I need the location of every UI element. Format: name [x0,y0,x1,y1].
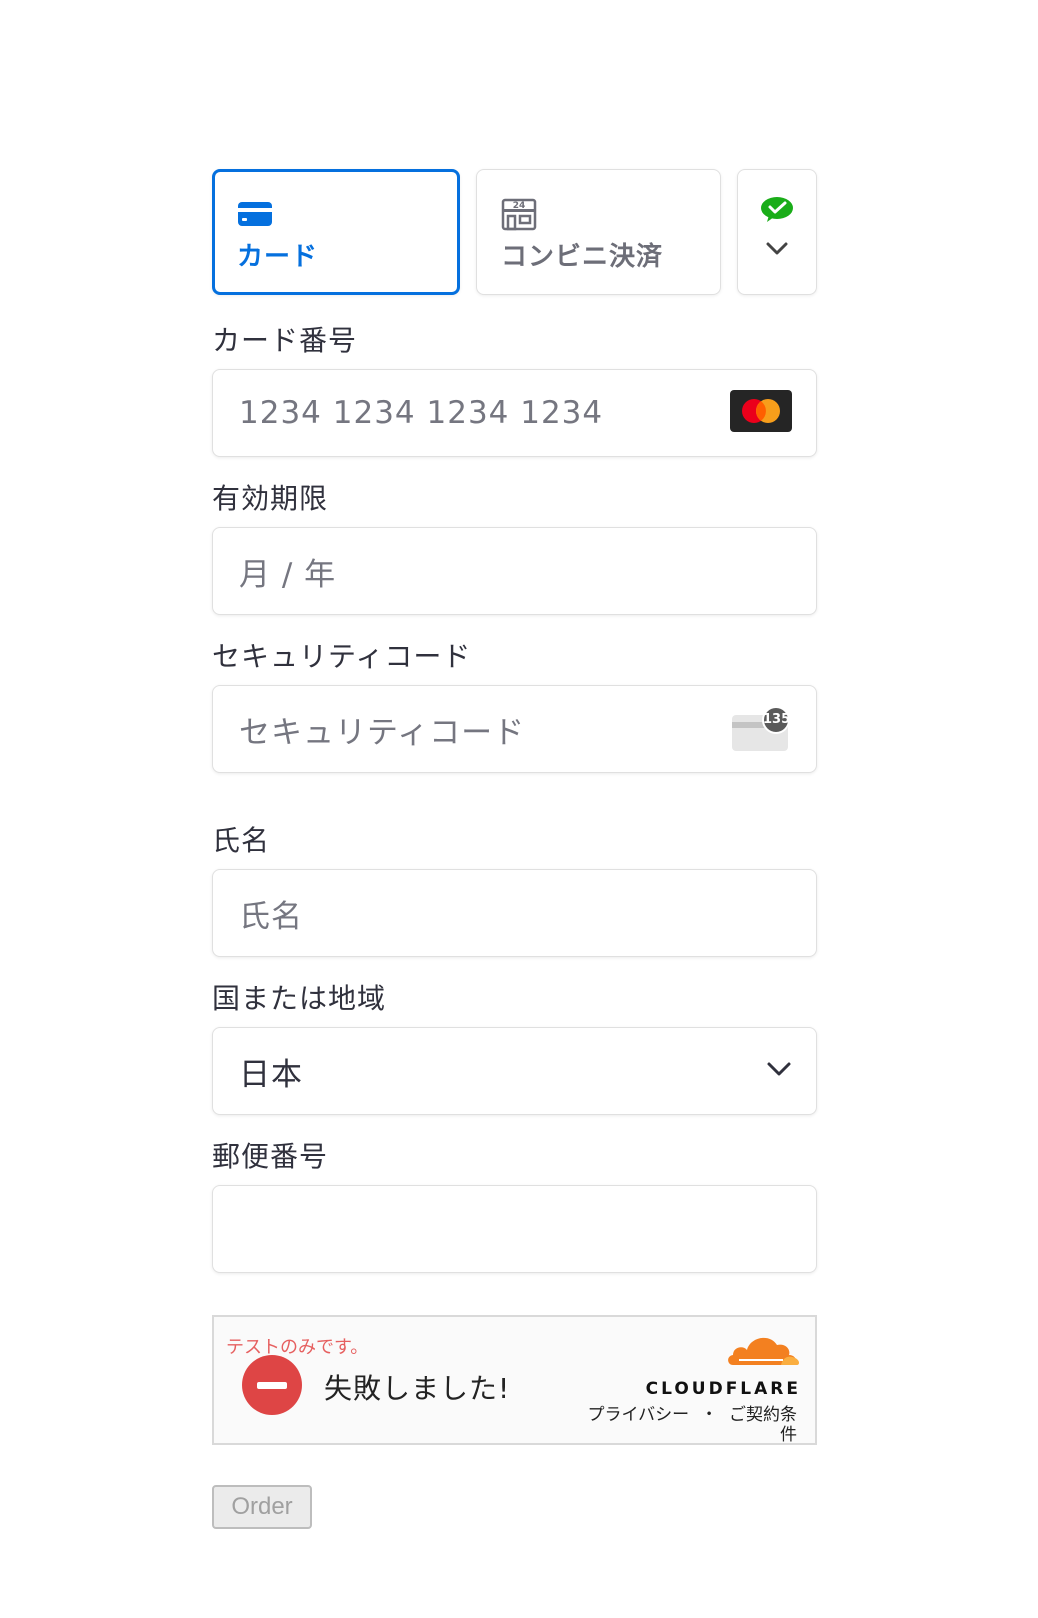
expiry-placeholder: 月 / 年 [239,556,337,593]
country-label: 国または地域 [212,982,387,1015]
wechat-pay-icon [760,196,794,228]
expiry-label: 有効期限 [212,482,329,515]
country-value: 日本 [239,1056,303,1093]
svg-text:24: 24 [513,201,526,211]
convenience-store-24-icon: 24 [501,196,696,232]
chevron-down-icon [765,240,789,260]
postal-label: 郵便番号 [212,1140,329,1173]
country-field: 国または地域 日本 [212,977,817,1115]
name-label: 氏名 [212,824,271,857]
turnstile-links: プライバシー ・ ご契約条件 [587,1405,797,1445]
cvc-badge-text: 135 [763,712,791,727]
cvc-placeholder: セキュリティコード [239,714,526,751]
credit-card-icon [237,196,435,232]
country-select[interactable]: 日本 [212,1027,817,1115]
name-input[interactable]: 氏名 [212,869,817,957]
tab-more[interactable] [737,169,817,295]
cloudflare-turnstile: テストのみです。 失敗しました! CLOUDFLARE プライバシー ・ ご契約… [212,1315,817,1445]
chevron-down-icon [766,1061,792,1081]
cvc-label: セキュリティコード [212,640,472,673]
card-number-placeholder: 1234 1234 1234 1234 [239,395,604,431]
privacy-link[interactable]: プライバシー [588,1405,690,1425]
cloudflare-logo-icon [725,1331,801,1371]
mastercard-icon [730,390,792,436]
order-button[interactable]: Order [212,1485,312,1529]
cvc-field: セキュリティコード セキュリティコード 135 [212,635,817,773]
tab-konbini[interactable]: 24 コンビニ決済 [476,169,721,295]
name-field: 氏名 氏名 [212,819,817,957]
postal-field: 郵便番号 [212,1135,817,1273]
card-number-field: カード番号 1234 1234 1234 1234 [212,319,817,457]
failure-icon [242,1355,302,1415]
postal-input[interactable] [212,1185,817,1273]
tab-konbini-label: コンビニ決済 [501,242,664,272]
terms-link[interactable]: ご契約条件 [729,1405,797,1445]
tab-card-label: カード [237,242,319,272]
expiry-field: 有効期限 月 / 年 [212,477,817,615]
tab-card[interactable]: カード [212,169,460,295]
turnstile-test-notice: テストのみです。 [226,1337,369,1358]
card-number-label: カード番号 [212,324,358,357]
card-number-input[interactable]: 1234 1234 1234 1234 [212,369,817,457]
payment-method-tabs: カード 24 コンビニ決済 [212,169,817,297]
cvc-input[interactable]: セキュリティコード 135 [212,685,817,773]
name-placeholder: 氏名 [239,898,303,935]
turnstile-status: 失敗しました! [324,1372,511,1405]
payment-form: カード 24 コンビニ決済 カード番号 1234 1234 1234 1234 … [212,169,817,1529]
cvc-card-icon: 135 [732,707,792,751]
link-separator: ・ [700,1405,718,1425]
expiry-input[interactable]: 月 / 年 [212,527,817,615]
cloudflare-brand: CLOUDFLARE [645,1379,801,1399]
